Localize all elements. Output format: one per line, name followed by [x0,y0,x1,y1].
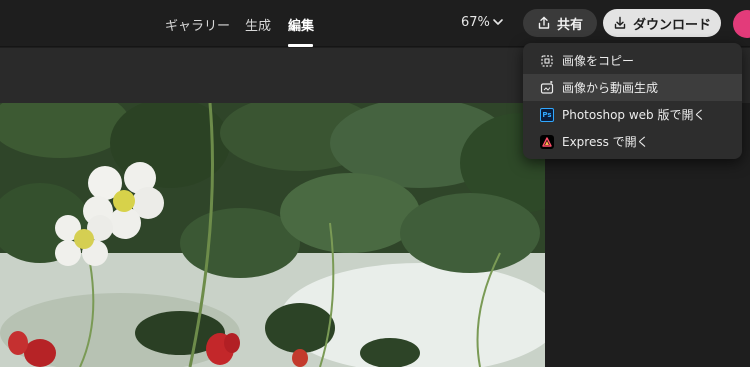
app-window: ギャラリー 生成 編集 67% 共有 ダウンロード 画像をコピー 画像から動画生… [0,0,750,367]
top-bar: ギャラリー 生成 編集 67% 共有 ダウンロード [0,0,750,47]
download-icon [614,16,626,29]
photo-image [0,103,545,367]
share-label: 共有 [556,17,583,33]
tab-gallery[interactable]: ギャラリー [165,15,230,34]
tab-edit[interactable]: 編集 [288,15,314,34]
menu-item-label: Express で開く [562,135,649,149]
menu-item-copy-image[interactable]: 画像をコピー [523,47,742,74]
menu-item-label: 画像をコピー [562,54,635,68]
menu-item-image-to-video[interactable]: 画像から動画生成 [523,74,742,101]
menu-item-open-express[interactable]: Express で開く [523,128,742,155]
copy-image-icon [540,54,554,68]
user-avatar[interactable] [733,10,750,38]
share-icon [538,16,550,29]
chevron-down-icon[interactable] [491,15,505,29]
photoshop-icon: Ps [540,107,554,122]
download-options-menu: 画像をコピー 画像から動画生成 Ps Photoshop web 版で開く Ex… [523,43,742,159]
adobe-express-icon [540,134,554,149]
download-button[interactable]: ダウンロード [603,9,721,37]
menu-item-open-photoshop[interactable]: Ps Photoshop web 版で開く [523,101,742,128]
menu-item-label: 画像から動画生成 [562,81,659,95]
share-button[interactable]: 共有 [523,9,597,37]
menu-item-label: Photoshop web 版で開く [562,108,706,122]
image-to-video-icon [540,80,554,95]
zoom-level[interactable]: 67% [461,15,490,30]
active-tab-indicator [288,44,313,47]
strawberry-plant-photo[interactable] [0,103,545,367]
download-label: ダウンロード [632,17,711,33]
tab-generate[interactable]: 生成 [245,15,271,34]
